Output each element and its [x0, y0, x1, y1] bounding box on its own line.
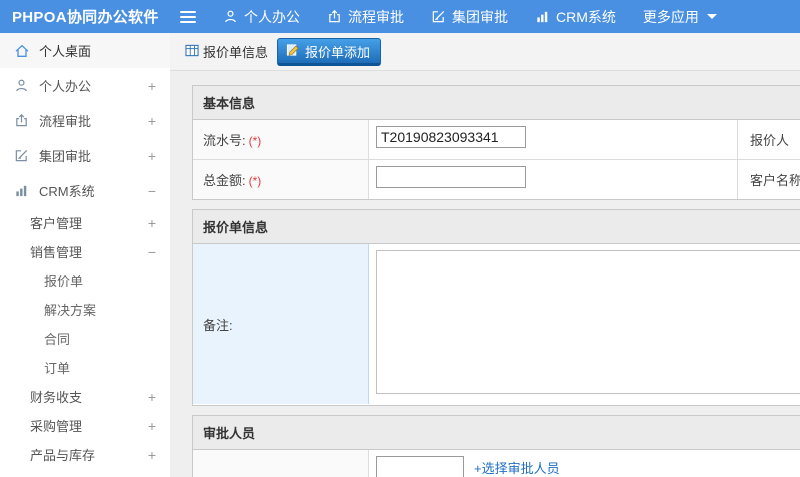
- nav-group-approval[interactable]: 集团审批: [431, 7, 508, 27]
- nav-personal-office[interactable]: 个人办公: [223, 7, 300, 27]
- form-content: 基本信息 流水号:(*) 报价人 总金额:(*) 客户名称: [170, 71, 800, 477]
- home-icon: [14, 43, 30, 59]
- collapse-minus-icon[interactable]: −: [148, 245, 156, 259]
- remark-value-cell: [369, 244, 800, 405]
- sidebar-item-label: 销售管理: [30, 245, 83, 260]
- sidebar-item-label: 个人办公: [39, 79, 92, 94]
- serial-number-input[interactable]: [376, 126, 526, 148]
- section-approvers: 审批人员 设置审批人员:(*) +选择审批人员 提醒审批人员: 短消息提示 注：: [192, 415, 800, 477]
- sidebar-item-quotation[interactable]: 报价单: [0, 266, 170, 295]
- sidebar-item-label: 订单: [44, 361, 71, 376]
- tab-label: 报价单添加: [305, 44, 371, 60]
- section-quotation-info: 报价单信息 备注:: [192, 209, 800, 406]
- upload-icon: [327, 9, 342, 24]
- section-title: 报价单信息: [193, 210, 800, 244]
- sidebar-item-agent-mgmt[interactable]: 代理商管理 +: [0, 469, 170, 477]
- form-row-serial: 流水号:(*) 报价人: [193, 120, 800, 160]
- remark-label: 备注:: [193, 244, 369, 404]
- sidebar-item-label: 产品与库存: [30, 448, 96, 463]
- edit-icon: [431, 9, 446, 24]
- expand-plus-icon[interactable]: +: [148, 448, 156, 462]
- form-row-approvers: 设置审批人员:(*) +选择审批人员 提醒审批人员: 短消息提示 注：流程第一步…: [193, 450, 800, 477]
- sidebar-item-label: 流程审批: [39, 114, 92, 129]
- sidebar-item-solution[interactable]: 解决方案: [0, 295, 170, 324]
- upload-icon: [14, 113, 30, 129]
- nav-more-apps[interactable]: 更多应用: [643, 7, 717, 27]
- field-value-cell: [369, 160, 738, 199]
- nav-label: 集团审批: [452, 8, 508, 25]
- tab-label: 报价单信息: [203, 45, 269, 60]
- sidebar-item-label: 解决方案: [44, 303, 97, 318]
- tab-strip: 报价单信息 报价单添加: [170, 33, 800, 71]
- sidebar-item-label: 客户管理: [30, 216, 83, 231]
- form-add-icon: [286, 43, 300, 60]
- sidebar-item-flow-approval[interactable]: 流程审批 +: [0, 103, 170, 138]
- approver-input[interactable]: [376, 456, 464, 477]
- section-title: 基本信息: [193, 86, 800, 120]
- required-marker: (*): [248, 134, 262, 148]
- table-icon: [185, 44, 199, 60]
- sidebar-item-label: CRM系统: [39, 184, 95, 199]
- required-marker: (*): [248, 174, 262, 188]
- sidebar-item-label: 采购管理: [30, 419, 83, 434]
- sidebar-item-personal-office[interactable]: 个人办公 +: [0, 68, 170, 103]
- field-label: 设置审批人员:(*): [193, 450, 369, 477]
- field-value-cell: [369, 120, 738, 159]
- nav-crm[interactable]: CRM系统: [535, 7, 616, 27]
- sidebar: 个人桌面 个人办公 + 流程审批 + 集团审批 + CRM系统 − 客户管理 +…: [0, 33, 170, 477]
- sidebar-item-contract[interactable]: 合同: [0, 324, 170, 353]
- section-title: 审批人员: [193, 416, 800, 450]
- hamburger-menu-icon[interactable]: [180, 10, 196, 23]
- sidebar-item-group-approval[interactable]: 集团审批 +: [0, 138, 170, 173]
- field-label-right: 客户名称: [750, 173, 800, 188]
- sidebar-item-label: 合同: [44, 332, 71, 347]
- sidebar-item-purchase[interactable]: 采购管理 +: [0, 411, 170, 440]
- nav-label: CRM系统: [556, 8, 616, 25]
- expand-plus-icon[interactable]: +: [148, 216, 156, 230]
- form-row-total-amount: 总金额: (*) 客户名称: [193, 160, 800, 199]
- collapse-minus-icon[interactable]: −: [148, 184, 156, 198]
- remark-textarea[interactable]: [376, 250, 800, 394]
- sidebar-item-sales-mgmt[interactable]: 销售管理 −: [0, 237, 170, 266]
- sidebar-item-order[interactable]: 订单: [0, 353, 170, 382]
- sidebar-item-label: 报价单: [44, 274, 84, 289]
- sidebar-item-label: 财务收支: [30, 390, 83, 405]
- app-brand: PHPOA协同办公软件: [12, 9, 159, 26]
- tab-quotation-add-button[interactable]: 报价单添加: [277, 37, 382, 66]
- field-label: 总金额: (*): [193, 160, 369, 199]
- nav-label: 更多应用: [642, 8, 699, 25]
- sidebar-item-customer-mgmt[interactable]: 客户管理 +: [0, 208, 170, 237]
- sidebar-item-label: 个人桌面: [39, 44, 92, 59]
- caret-down-icon: [706, 14, 717, 19]
- choose-approver-link[interactable]: +选择审批人员: [474, 458, 560, 477]
- nav-label: 流程审批: [348, 8, 404, 25]
- expand-plus-icon[interactable]: +: [148, 419, 156, 433]
- field-label: 流水号: (*): [193, 120, 369, 159]
- sidebar-item-finance[interactable]: 财务收支 +: [0, 382, 170, 411]
- bar-chart-icon: [535, 9, 550, 24]
- expand-plus-icon[interactable]: +: [148, 390, 156, 404]
- total-amount-input[interactable]: [376, 166, 526, 188]
- section-basic-info: 基本信息 流水号:(*) 报价人 总金额:(*) 客户名称: [192, 85, 800, 200]
- expand-plus-icon[interactable]: +: [148, 149, 156, 163]
- nav-label: 个人办公: [244, 8, 300, 25]
- sidebar-item-desktop[interactable]: 个人桌面: [0, 33, 170, 68]
- tab-quotation-info[interactable]: 报价单信息: [176, 42, 277, 61]
- edit-icon: [14, 148, 30, 164]
- approvers-value-cell: +选择审批人员 提醒审批人员: 短消息提示 注：流程第一步审批人员，这里选择你的…: [369, 450, 800, 477]
- user-icon: [223, 9, 238, 24]
- main-area: 报价单信息 报价单添加 基本信息 流水号:(*) 报价人 总金额:(*): [170, 33, 800, 477]
- bar-chart-icon: [14, 183, 30, 199]
- top-bar: PHPOA协同办公软件 个人办公 流程审批 集团审批 CRM系统 更多应用: [0, 0, 800, 33]
- expand-plus-icon[interactable]: +: [148, 114, 156, 128]
- sidebar-item-product-inventory[interactable]: 产品与库存 +: [0, 440, 170, 469]
- form-row-remark: 备注:: [193, 244, 800, 405]
- user-icon: [14, 78, 30, 94]
- sidebar-item-label: 集团审批: [39, 149, 92, 164]
- sidebar-item-crm[interactable]: CRM系统 −: [0, 173, 170, 208]
- field-label-right: 报价人: [750, 133, 790, 148]
- expand-plus-icon[interactable]: +: [148, 79, 156, 93]
- nav-flow-approval[interactable]: 流程审批: [327, 7, 404, 27]
